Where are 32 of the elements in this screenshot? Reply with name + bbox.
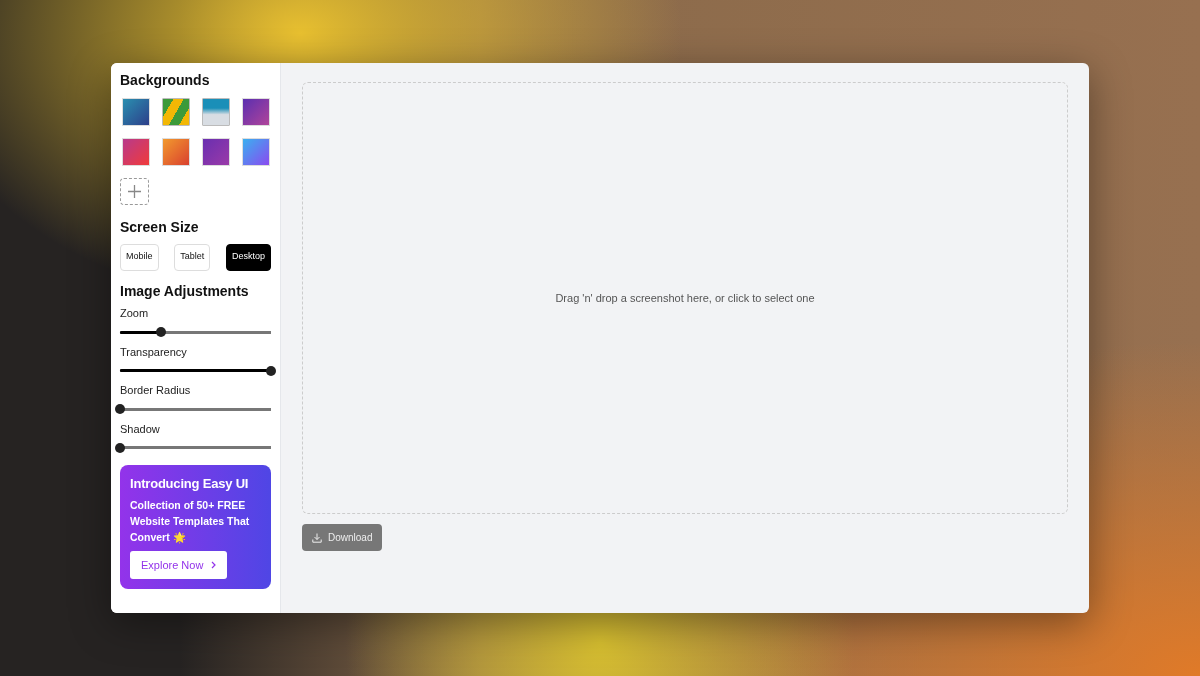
chevron-right-icon <box>211 561 217 570</box>
screen-size-button[interactable]: Desktop <box>225 243 271 271</box>
dropzone-text: Drag 'n' drop a screenshot here, or click to select one <box>555 290 815 306</box>
screen-size-button[interactable]: Tablet <box>174 243 211 271</box>
download-icon <box>312 532 322 543</box>
slider-label: Border Radius <box>120 383 192 399</box>
add-background-button[interactable] <box>120 177 149 205</box>
photo-swatch[interactable] <box>162 97 190 126</box>
slider-label: Zoom <box>120 306 150 322</box>
gradient-swatch[interactable] <box>242 137 270 166</box>
photo-swatch[interactable] <box>202 97 230 126</box>
slider-thumb[interactable] <box>155 327 166 338</box>
slider-label: Transparency <box>120 344 188 360</box>
section-title: Screen Size <box>120 218 200 236</box>
screen-size-button[interactable]: Mobile <box>120 243 159 271</box>
slider-thumb[interactable] <box>266 365 276 376</box>
promo-title: Introducing Easy UI <box>130 476 250 492</box>
gradient-swatch[interactable] <box>202 137 230 166</box>
slider-label: Shadow <box>120 421 161 437</box>
plus-icon <box>128 184 141 198</box>
promo-text: Collection of 50+ FREE Website Templates That Convert 🌟 <box>130 498 251 545</box>
gradient-swatch[interactable] <box>242 97 270 126</box>
gradient-swatch[interactable] <box>122 97 150 126</box>
slider-thumb[interactable] <box>115 404 125 415</box>
gradient-swatch[interactable] <box>162 137 190 166</box>
slider-thumb[interactable] <box>115 442 125 453</box>
dropzone[interactable]: Drag 'n' drop a screenshot here, or click to select one <box>302 82 1068 514</box>
download-button[interactable]: Download <box>302 524 383 551</box>
section-title: Backgrounds <box>120 72 211 89</box>
section-title: Image Adjustments <box>120 282 250 300</box>
gradient-swatch[interactable] <box>122 137 150 166</box>
explore-now-button[interactable]: Explore Now <box>130 551 228 580</box>
